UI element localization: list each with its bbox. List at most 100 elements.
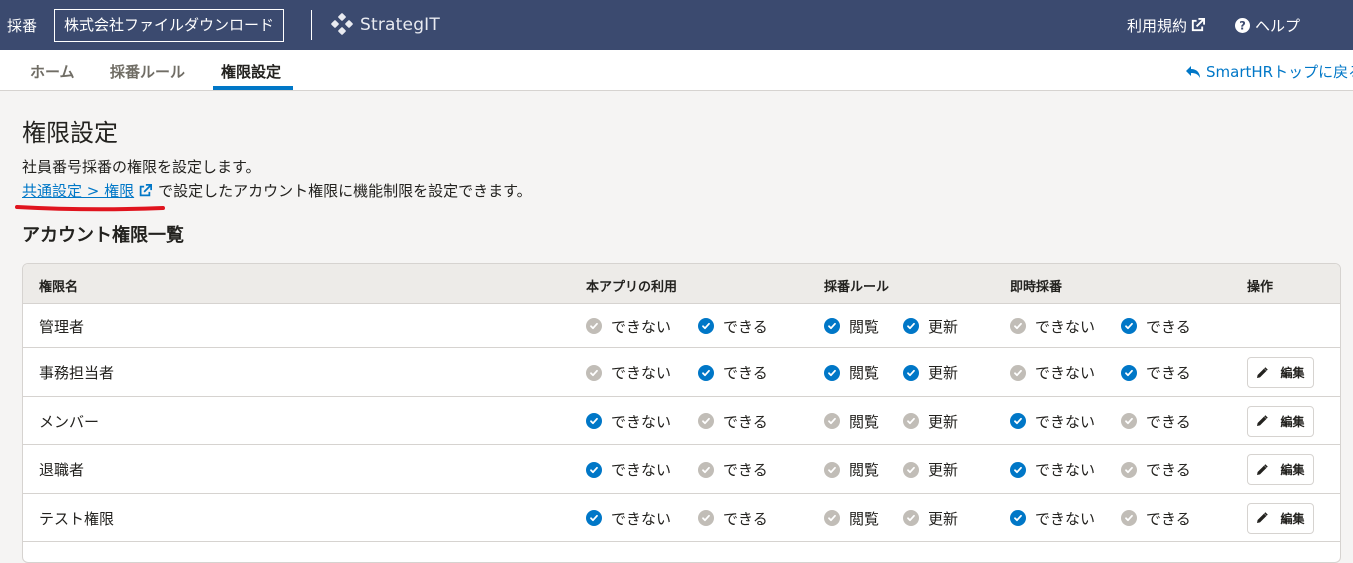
app-name: 採番 xyxy=(7,17,38,35)
back-to-smarthr-link[interactable]: SmartHRトップに戻る xyxy=(1185,61,1353,82)
edit-label: 編集 xyxy=(1280,463,1305,477)
option-label: 閲覧 xyxy=(849,461,880,479)
option-app-cannot: できない xyxy=(586,363,671,383)
option-label: できる xyxy=(1146,461,1191,479)
check-circle-icon xyxy=(698,461,714,478)
check-circle-icon xyxy=(1121,510,1137,526)
table-row: テスト権限 できない できる 閲覧 更新 できない できる 編集 xyxy=(23,494,1340,542)
option-label: できる xyxy=(723,461,768,479)
option-rule-update: 更新 xyxy=(903,411,958,431)
check-circle-icon xyxy=(1010,364,1026,381)
option-label: 更新 xyxy=(928,317,959,336)
edit-label: 編集 xyxy=(1280,366,1305,380)
option-instant-cannot: できない xyxy=(1010,411,1095,431)
check-circle-icon xyxy=(698,413,714,429)
option-label: 閲覧 xyxy=(849,509,880,528)
check-circle-icon xyxy=(824,461,840,478)
option-app-can: できる xyxy=(698,508,768,528)
check-circle-icon xyxy=(824,413,840,429)
option-app-can: できる xyxy=(698,411,768,431)
permissions-table: 権限名 本アプリの利用 採番ルール 即時採番 操作 管理者 できない できる 閲覧 更新… xyxy=(22,263,1341,563)
option-app-cannot: できない xyxy=(586,316,671,336)
option-label: できない xyxy=(1035,461,1096,479)
edit-button[interactable]: 編集 xyxy=(1247,357,1314,388)
option-app-can: できる xyxy=(698,316,768,336)
option-label: 更新 xyxy=(928,509,959,528)
check-circle-icon xyxy=(1010,318,1026,334)
common-settings-permissions-link[interactable]: 共通設定 > 権限 xyxy=(22,180,153,201)
svg-text:?: ? xyxy=(1239,20,1246,33)
check-circle-icon xyxy=(698,364,714,381)
option-label: できない xyxy=(1035,509,1096,528)
permission-name: 事務担当者 xyxy=(39,364,115,382)
check-circle-icon xyxy=(903,318,919,334)
check-circle-icon xyxy=(586,413,602,429)
terms-label: 利用規約 xyxy=(1127,17,1188,35)
option-instant-cannot: できない xyxy=(1010,508,1095,528)
question-circle-icon: ? xyxy=(1235,18,1250,33)
option-label: できない xyxy=(1035,364,1096,382)
check-circle-icon xyxy=(903,364,919,381)
check-circle-icon xyxy=(1121,318,1137,334)
header-rule: 採番ルール xyxy=(824,280,890,295)
option-instant-can: できる xyxy=(1121,411,1191,431)
option-label: できない xyxy=(1035,412,1096,431)
edit-button[interactable]: 編集 xyxy=(1247,502,1314,534)
check-circle-icon xyxy=(586,461,602,478)
company-switcher[interactable]: 株式会社ファイルダウンロード xyxy=(54,9,285,42)
check-circle-icon xyxy=(824,364,840,381)
permission-name: 退職者 xyxy=(39,461,85,479)
external-link-icon xyxy=(139,183,153,196)
option-instant-can: できる xyxy=(1121,460,1191,480)
option-label: できない xyxy=(1035,317,1096,336)
terms-link[interactable]: 利用規約 xyxy=(1127,15,1206,36)
option-label: できない xyxy=(611,461,672,479)
option-label: できる xyxy=(723,317,768,336)
check-circle-icon xyxy=(1121,364,1137,381)
pencil-icon xyxy=(1256,512,1274,524)
header-app-use: 本アプリの利用 xyxy=(586,280,678,295)
option-instant-cannot: できない xyxy=(1010,363,1095,383)
pencil-icon xyxy=(1256,366,1274,379)
check-circle-icon xyxy=(586,510,602,526)
check-circle-icon xyxy=(1010,461,1026,478)
check-circle-icon xyxy=(903,413,919,429)
option-label: 更新 xyxy=(928,364,959,382)
description-line-2-text: で設定したアカウント権限に機能制限を設定できます。 xyxy=(158,182,532,200)
option-rule-view: 閲覧 xyxy=(824,363,879,383)
table-row: メンバー できない できる 閲覧 更新 できない できる 編集 xyxy=(23,397,1340,445)
check-circle-icon xyxy=(1121,461,1137,478)
header-instant: 即時採番 xyxy=(1010,280,1063,295)
option-label: できない xyxy=(611,317,672,336)
option-instant-cannot: できない xyxy=(1010,460,1095,480)
check-circle-icon xyxy=(1010,510,1026,526)
option-app-can: できる xyxy=(698,460,768,480)
check-circle-icon xyxy=(903,461,919,478)
edit-button[interactable]: 編集 xyxy=(1247,405,1314,437)
option-label: できない xyxy=(611,412,672,431)
edit-button[interactable]: 編集 xyxy=(1247,454,1314,485)
check-circle-icon xyxy=(824,510,840,526)
option-instant-cannot: できない xyxy=(1010,316,1095,336)
active-tab-indicator xyxy=(213,86,293,90)
option-rule-update: 更新 xyxy=(903,460,958,480)
option-label: 閲覧 xyxy=(849,364,880,382)
table-row: 事務担当者 できない できる 閲覧 更新 できない できる 編集 xyxy=(23,348,1340,397)
check-circle-icon xyxy=(698,318,714,334)
help-label: ヘルプ xyxy=(1255,17,1301,35)
option-label: できる xyxy=(723,509,768,528)
permission-name: 管理者 xyxy=(39,317,85,336)
tab-numbering-rules[interactable]: 採番ルール xyxy=(110,61,185,82)
option-rule-view: 閲覧 xyxy=(824,411,879,431)
option-label: できない xyxy=(611,509,672,528)
option-rule-view: 閲覧 xyxy=(824,316,879,336)
tab-permissions[interactable]: 権限設定 xyxy=(221,61,281,82)
description-line-2: 共通設定 > 権限 で設定したアカウント権限に機能制限を設定できます。 xyxy=(22,180,532,201)
help-link[interactable]: ? ヘルプ xyxy=(1235,15,1300,36)
app-header: 採番 株式会社ファイルダウンロード StrategIT 利用規約 ? ヘルプ xyxy=(0,0,1353,50)
option-rule-update: 更新 xyxy=(903,508,958,528)
option-rule-update: 更新 xyxy=(903,316,958,336)
tab-home[interactable]: ホーム xyxy=(30,61,75,82)
option-rule-update: 更新 xyxy=(903,363,958,383)
check-circle-icon xyxy=(1121,413,1137,429)
